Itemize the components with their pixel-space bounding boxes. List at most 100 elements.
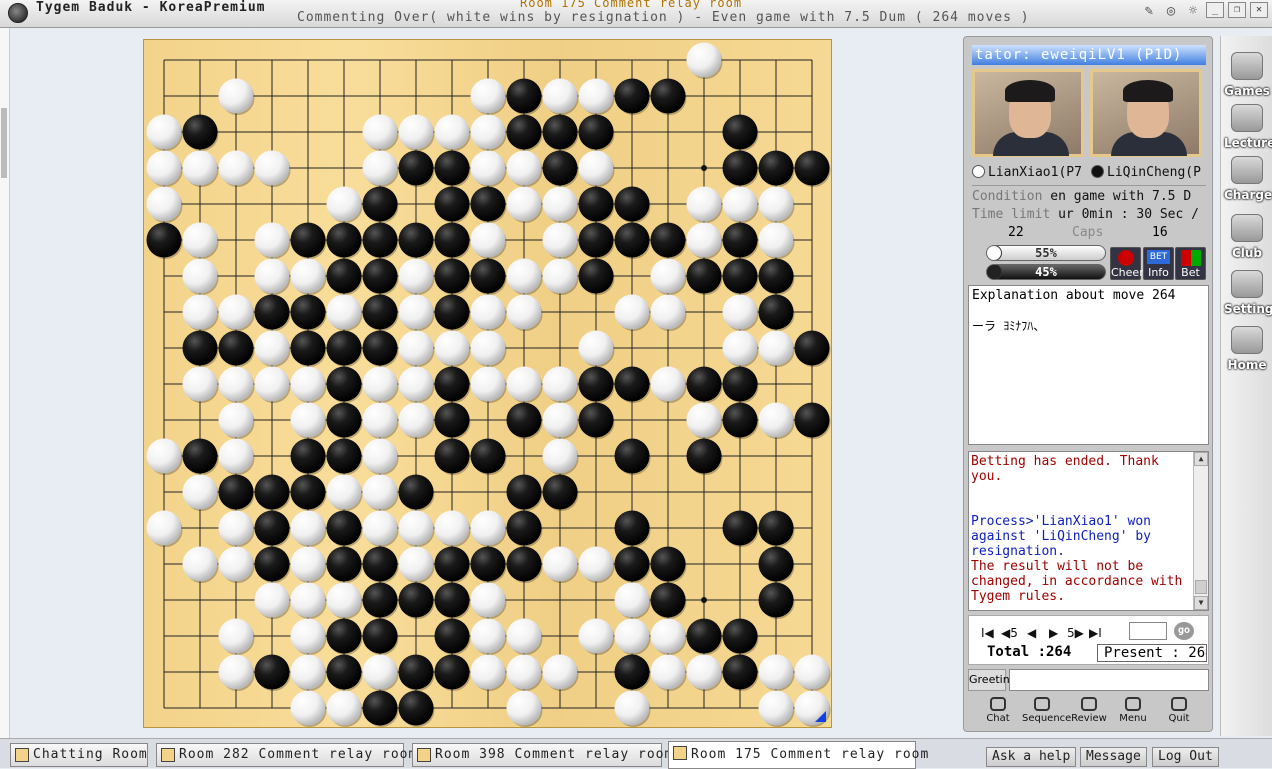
- pencil-icon[interactable]: ✎: [1140, 2, 1158, 20]
- white-stone[interactable]: [542, 654, 578, 690]
- black-stone[interactable]: [758, 582, 794, 618]
- white-stone[interactable]: [578, 546, 614, 582]
- black-stone[interactable]: [758, 258, 794, 294]
- black-stone[interactable]: [290, 330, 326, 366]
- white-stone[interactable]: [326, 690, 362, 726]
- black-stone[interactable]: [254, 546, 290, 582]
- white-stone[interactable]: [470, 114, 506, 150]
- white-stone[interactable]: [578, 618, 614, 654]
- white-stone[interactable]: [686, 222, 722, 258]
- black-stone[interactable]: [506, 78, 542, 114]
- white-stone[interactable]: [218, 618, 254, 654]
- black-stone[interactable]: [398, 150, 434, 186]
- black-stone[interactable]: [614, 654, 650, 690]
- white-stone[interactable]: [254, 366, 290, 402]
- black-stone[interactable]: [722, 222, 758, 258]
- black-stone[interactable]: [434, 150, 470, 186]
- white-stone[interactable]: [254, 150, 290, 186]
- white-stone[interactable]: [614, 690, 650, 726]
- black-stone[interactable]: [290, 222, 326, 258]
- white-stone[interactable]: [722, 330, 758, 366]
- white-stone[interactable]: [506, 294, 542, 330]
- black-stone[interactable]: [614, 222, 650, 258]
- tab-room-175[interactable]: Room 175 Comment relay room: [668, 741, 928, 769]
- greeting-button[interactable]: Greeting: [968, 669, 1017, 691]
- white-stone[interactable]: [182, 150, 218, 186]
- white-stone[interactable]: [578, 330, 614, 366]
- previous-move-button[interactable]: ◀: [1027, 626, 1036, 640]
- first-move-button[interactable]: I◀: [981, 626, 994, 640]
- white-stone[interactable]: [362, 474, 398, 510]
- white-stone[interactable]: [722, 186, 758, 222]
- black-stone[interactable]: [182, 438, 218, 474]
- black-stone[interactable]: [434, 546, 470, 582]
- black-stone[interactable]: [614, 366, 650, 402]
- black-stone[interactable]: [254, 474, 290, 510]
- chat-scrollbar[interactable]: ▲ ▼: [1193, 452, 1208, 610]
- white-stone[interactable]: [398, 294, 434, 330]
- black-stone[interactable]: [650, 222, 686, 258]
- black-stone[interactable]: [722, 258, 758, 294]
- white-stone[interactable]: [542, 438, 578, 474]
- review-button[interactable]: Review: [1069, 697, 1109, 727]
- charge-button[interactable]: Charge: [1224, 150, 1272, 202]
- white-stone[interactable]: [758, 402, 794, 438]
- black-stone[interactable]: [686, 366, 722, 402]
- black-stone[interactable]: [326, 402, 362, 438]
- white-stone[interactable]: [290, 510, 326, 546]
- black-stone[interactable]: [578, 222, 614, 258]
- white-stone[interactable]: [470, 78, 506, 114]
- black-stone[interactable]: [362, 546, 398, 582]
- black-stone[interactable]: [722, 150, 758, 186]
- white-stone[interactable]: [254, 582, 290, 618]
- black-stone[interactable]: [362, 294, 398, 330]
- white-stone[interactable]: [506, 366, 542, 402]
- board-grid[interactable]: [144, 40, 833, 729]
- black-stone[interactable]: [434, 222, 470, 258]
- white-stone[interactable]: [506, 258, 542, 294]
- white-stone[interactable]: [218, 78, 254, 114]
- black-stone[interactable]: [326, 618, 362, 654]
- white-stone[interactable]: [398, 366, 434, 402]
- black-stone[interactable]: [650, 582, 686, 618]
- white-stone[interactable]: [542, 186, 578, 222]
- black-stone[interactable]: [686, 438, 722, 474]
- black-stone[interactable]: [614, 186, 650, 222]
- white-stone[interactable]: [650, 618, 686, 654]
- white-stone[interactable]: [146, 114, 182, 150]
- bet-button[interactable]: Bet: [1175, 247, 1206, 280]
- white-stone[interactable]: [254, 258, 290, 294]
- white-stone[interactable]: [182, 222, 218, 258]
- white-stone[interactable]: [182, 474, 218, 510]
- white-stone[interactable]: [326, 186, 362, 222]
- go-button[interactable]: go: [1174, 622, 1194, 640]
- white-stone[interactable]: [290, 582, 326, 618]
- white-stone[interactable]: [218, 294, 254, 330]
- black-stone[interactable]: [686, 258, 722, 294]
- white-stone[interactable]: [470, 366, 506, 402]
- black-player[interactable]: LiQinCheng(P: [1091, 165, 1207, 180]
- white-stone[interactable]: [290, 654, 326, 690]
- black-stone[interactable]: [434, 294, 470, 330]
- black-stone[interactable]: [794, 330, 830, 366]
- black-stone[interactable]: [362, 186, 398, 222]
- cheer-button[interactable]: Cheer: [1110, 247, 1144, 280]
- black-stone[interactable]: [794, 402, 830, 438]
- black-stone[interactable]: [758, 150, 794, 186]
- scroll-grip[interactable]: [1, 108, 7, 178]
- chat-button[interactable]: Chat: [978, 697, 1018, 727]
- white-stone[interactable]: [290, 402, 326, 438]
- white-stone[interactable]: [650, 654, 686, 690]
- white-stone[interactable]: [398, 402, 434, 438]
- white-stone[interactable]: [146, 186, 182, 222]
- black-stone[interactable]: [578, 258, 614, 294]
- white-stone[interactable]: [434, 330, 470, 366]
- white-stone[interactable]: [470, 222, 506, 258]
- white-stone[interactable]: [362, 366, 398, 402]
- white-stone[interactable]: [398, 114, 434, 150]
- black-stone[interactable]: [470, 186, 506, 222]
- black-stone[interactable]: [434, 258, 470, 294]
- games-button[interactable]: Games: [1224, 46, 1270, 98]
- black-stone[interactable]: [758, 546, 794, 582]
- black-stone[interactable]: [218, 330, 254, 366]
